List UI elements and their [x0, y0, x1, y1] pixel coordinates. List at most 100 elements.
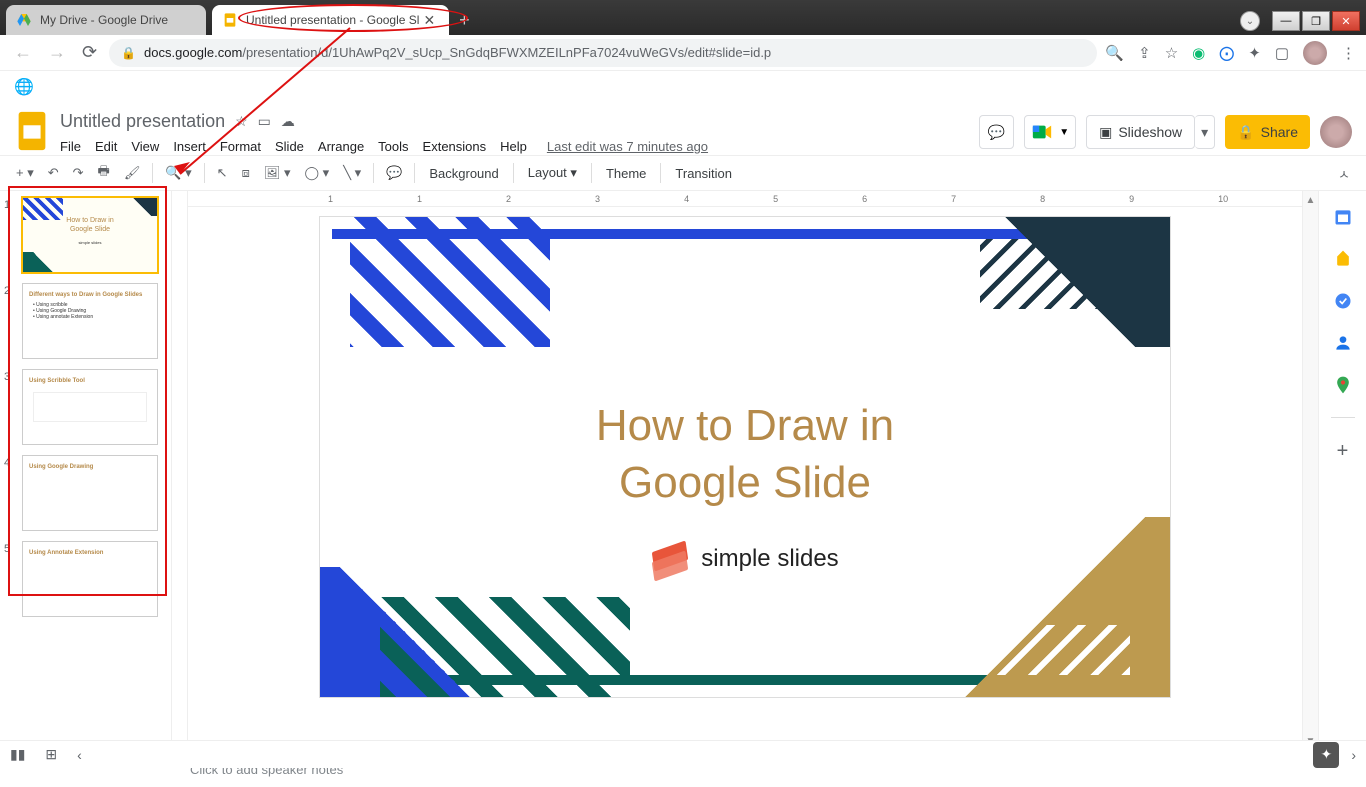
back-button[interactable]: ←: [10, 38, 36, 67]
tab-title: Untitled presentation - Google Sl: [246, 13, 419, 27]
brand-text: simple slides: [701, 545, 838, 573]
zoom-button[interactable]: 🔍 ▾: [159, 161, 197, 185]
menu-format[interactable]: Format: [220, 139, 261, 154]
new-slide-button[interactable]: + ▾: [10, 161, 40, 185]
textbox-tool[interactable]: ⧈: [236, 161, 256, 185]
extension-icon[interactable]: ◉: [1192, 44, 1205, 62]
menu-file[interactable]: File: [60, 139, 81, 154]
shape-tool[interactable]: ◯ ▾: [299, 161, 336, 185]
explore-button[interactable]: ✦: [1313, 742, 1339, 768]
address-bar: ← → ⟳ 🔒 docs.google.com/presentation/d/1…: [0, 35, 1366, 71]
tab-title: My Drive - Google Drive: [40, 13, 168, 27]
move-icon[interactable]: ▭: [258, 113, 271, 130]
thumb-row[interactable]: 1 How to Draw inGoogle Slide simple slid…: [4, 197, 167, 273]
menu-arrange[interactable]: Arrange: [318, 139, 364, 154]
slide-thumb-2[interactable]: Different ways to Draw in Google Slides …: [22, 283, 158, 359]
tabs-dropdown-icon[interactable]: ⌄: [1240, 11, 1260, 31]
cast-icon[interactable]: ⨀: [1219, 44, 1234, 62]
menu-tools[interactable]: Tools: [378, 139, 408, 154]
maximize-button[interactable]: ❐: [1302, 11, 1330, 31]
tab-group-icon[interactable]: ▢: [1275, 44, 1289, 62]
slides-logo-icon[interactable]: [14, 107, 50, 155]
slide-title-text[interactable]: How to Draw inGoogle Slide: [320, 397, 1170, 511]
redo-button[interactable]: ↷: [67, 161, 90, 185]
menu-edit[interactable]: Edit: [95, 139, 117, 154]
forward-button[interactable]: →: [44, 38, 70, 67]
thumb-row[interactable]: 5 Using Annotate Extension: [4, 541, 167, 617]
filmstrip-view-icon[interactable]: ▮▮: [10, 746, 25, 763]
window-controls: ⌄ — ❐ ✕: [1240, 11, 1366, 35]
bookmark-icon[interactable]: ☆: [1165, 44, 1178, 62]
reload-button[interactable]: ⟳: [78, 38, 101, 67]
tab-slides[interactable]: Untitled presentation - Google Sl ✕: [212, 5, 449, 35]
canvas-area[interactable]: How to Draw inGoogle Slide simple slides: [188, 207, 1302, 751]
comments-button[interactable]: 💬: [979, 115, 1014, 149]
close-window-button[interactable]: ✕: [1332, 11, 1360, 31]
meet-button[interactable]: ▼: [1024, 115, 1076, 149]
cloud-icon[interactable]: ☁: [281, 113, 295, 130]
doc-title-input[interactable]: Untitled presentation: [60, 111, 225, 132]
main-area: 1 How to Draw inGoogle Slide simple slid…: [0, 191, 1366, 751]
menu-insert[interactable]: Insert: [173, 139, 206, 154]
chrome-menu-icon[interactable]: ⋮: [1341, 44, 1356, 62]
add-on-button[interactable]: +: [1337, 440, 1349, 463]
hide-menus-button[interactable]: ㅅ: [1332, 160, 1356, 187]
tab-drive[interactable]: My Drive - Google Drive: [6, 5, 206, 35]
meet-icon: [1031, 121, 1053, 143]
collapse-filmstrip-icon[interactable]: ‹: [77, 747, 82, 763]
globe-icon[interactable]: 🌐: [14, 79, 34, 96]
thumb-row[interactable]: 3 Using Scribble Tool: [4, 369, 167, 445]
slide-number: 4: [4, 455, 16, 531]
last-edit-text[interactable]: Last edit was 7 minutes ago: [547, 139, 708, 154]
slideshow-button[interactable]: ▣ Slideshow: [1086, 115, 1195, 149]
comment-tool[interactable]: 💬: [380, 161, 408, 185]
zoom-icon[interactable]: 🔍: [1105, 44, 1124, 62]
transition-button[interactable]: Transition: [667, 162, 740, 185]
account-avatar[interactable]: [1320, 116, 1352, 148]
profile-avatar[interactable]: [1303, 41, 1327, 65]
calendar-icon[interactable]: [1333, 207, 1353, 227]
menu-view[interactable]: View: [131, 139, 159, 154]
slide-thumb-1[interactable]: How to Draw inGoogle Slide simple slides: [22, 197, 158, 273]
undo-button[interactable]: ↶: [42, 161, 65, 185]
minimize-button[interactable]: —: [1272, 11, 1300, 31]
slide-thumb-5[interactable]: Using Annotate Extension: [22, 541, 158, 617]
select-tool[interactable]: ↖: [211, 161, 234, 185]
menu-help[interactable]: Help: [500, 139, 527, 154]
vertical-ruler: [172, 191, 188, 751]
print-button[interactable]: 🖶: [92, 158, 116, 188]
puzzle-icon[interactable]: ✦: [1248, 44, 1261, 62]
tasks-icon[interactable]: [1333, 291, 1353, 311]
menu-slide[interactable]: Slide: [275, 139, 304, 154]
keep-icon[interactable]: [1333, 249, 1353, 269]
share-button[interactable]: 🔒 Share: [1225, 115, 1310, 149]
maps-icon[interactable]: [1333, 375, 1353, 395]
thumb-row[interactable]: 2 Different ways to Draw in Google Slide…: [4, 283, 167, 359]
layout-button[interactable]: Layout ▾: [520, 161, 585, 185]
bookmarks-bar: 🌐: [0, 71, 1366, 101]
vertical-scrollbar[interactable]: ▲ ▼: [1302, 191, 1318, 751]
line-tool[interactable]: ╲ ▾: [337, 161, 367, 185]
share-page-icon[interactable]: ⇪: [1138, 44, 1151, 62]
menu-extensions[interactable]: Extensions: [423, 139, 487, 154]
background-button[interactable]: Background: [421, 162, 506, 185]
paint-format-button[interactable]: 🖌: [118, 161, 147, 185]
close-tab-icon[interactable]: ✕: [419, 12, 439, 29]
side-panel: +: [1318, 191, 1366, 751]
extension-icons: 🔍 ⇪ ☆ ◉ ⨀ ✦ ▢ ⋮: [1105, 41, 1356, 65]
side-panel-toggle-icon[interactable]: ›: [1351, 747, 1356, 763]
grid-view-icon[interactable]: ⊞: [45, 746, 57, 763]
url-input[interactable]: 🔒 docs.google.com/presentation/d/1UhAwPq…: [109, 39, 1097, 67]
scroll-up-icon[interactable]: ▲: [1306, 195, 1316, 206]
slide-thumb-4[interactable]: Using Google Drawing: [22, 455, 158, 531]
chevron-down-icon: ▼: [1059, 127, 1069, 138]
slide-thumb-3[interactable]: Using Scribble Tool: [22, 369, 158, 445]
slideshow-dropdown[interactable]: ▾: [1195, 115, 1215, 149]
star-icon[interactable]: ☆: [235, 113, 248, 130]
slide-canvas[interactable]: How to Draw inGoogle Slide simple slides: [320, 217, 1170, 697]
image-tool[interactable]: 🖼 ▾: [258, 161, 297, 185]
thumb-row[interactable]: 4 Using Google Drawing: [4, 455, 167, 531]
theme-button[interactable]: Theme: [598, 162, 654, 185]
new-tab-button[interactable]: +: [459, 10, 470, 31]
contacts-icon[interactable]: [1333, 333, 1353, 353]
